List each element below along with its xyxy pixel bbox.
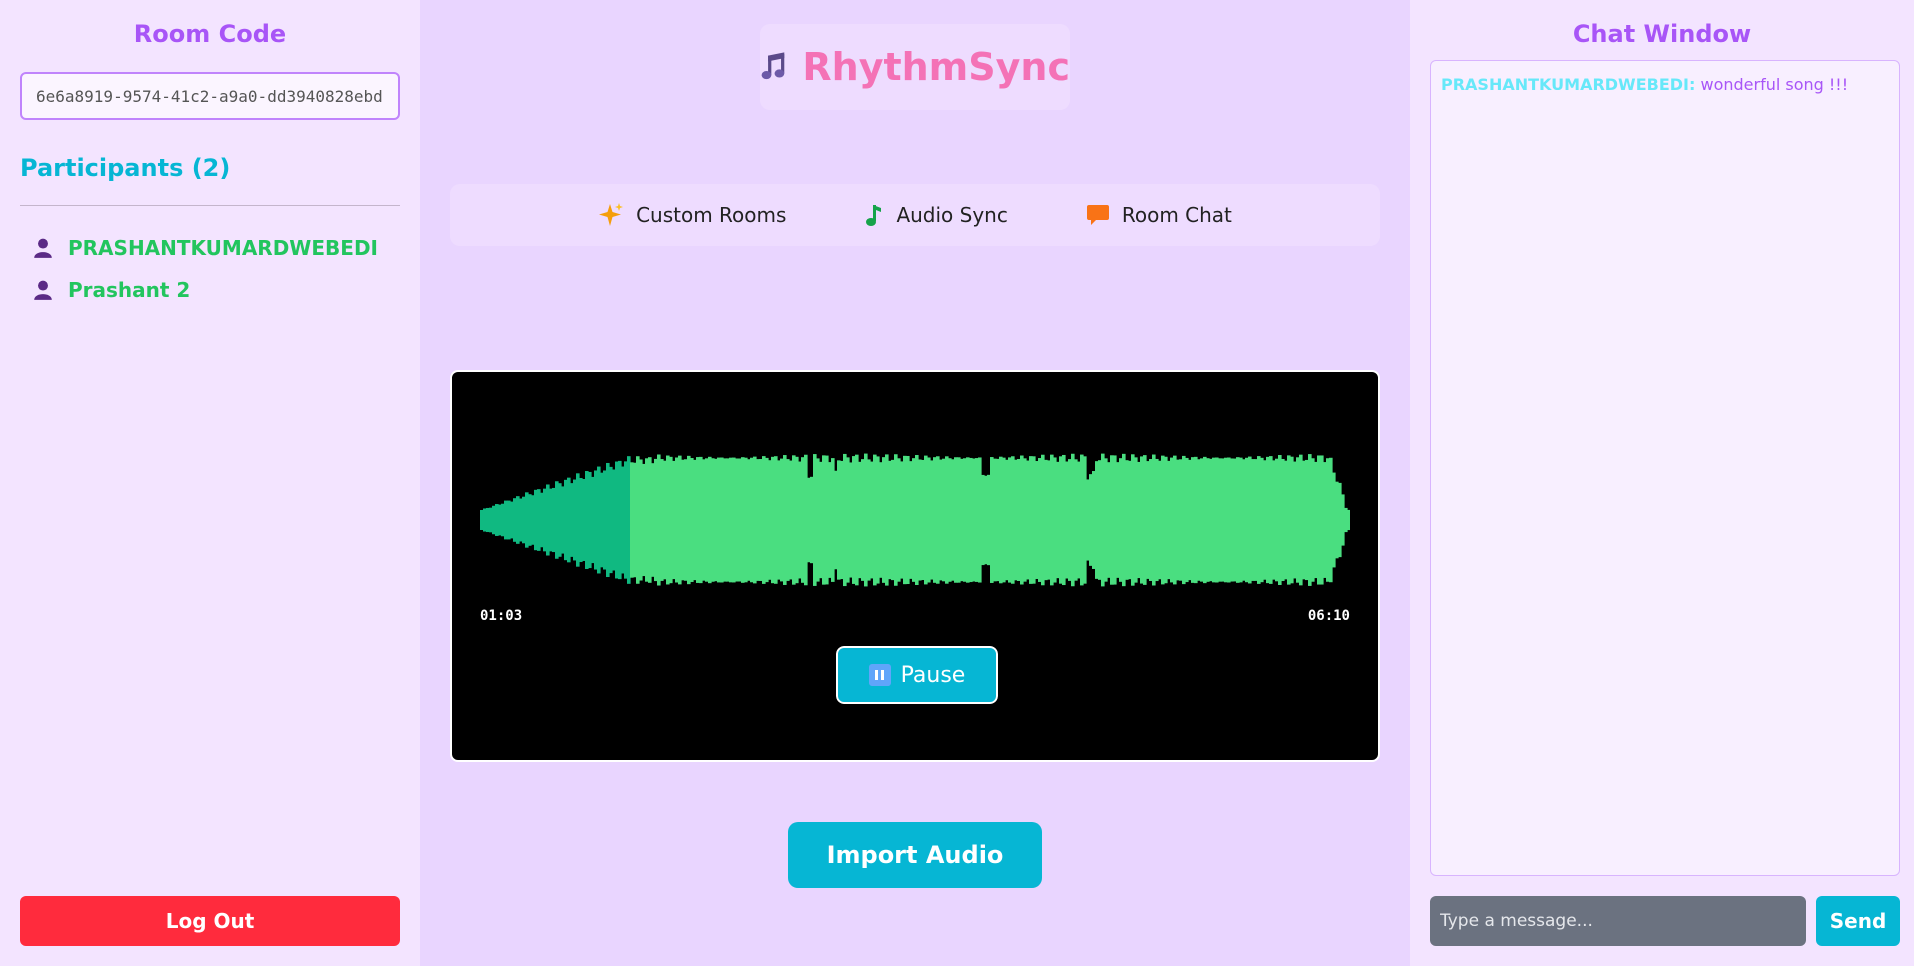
sparkles-icon <box>599 203 624 226</box>
person-icon <box>34 280 52 300</box>
duration: 06:10 <box>1307 608 1350 624</box>
participant-item: Prashant 2 <box>32 278 190 302</box>
pause-button[interactable]: Pause <box>835 645 999 705</box>
message-author: PRASHANTKUMARDWEBEDI: <box>1441 75 1696 94</box>
pause-icon <box>868 664 891 686</box>
feature-bar: Custom Rooms Audio Sync Room Chat <box>450 184 1380 246</box>
brand-title: RhythmSync <box>802 45 1070 89</box>
feature-room-chat: Room Chat <box>1086 203 1232 227</box>
logout-button[interactable]: Log Out <box>20 896 400 946</box>
waveform-bar <box>1347 509 1350 531</box>
send-button[interactable]: Send <box>1816 896 1900 946</box>
message-text: wonderful song !!! <box>1700 75 1849 94</box>
feature-label: Audio Sync <box>896 203 1008 227</box>
divider <box>20 205 400 206</box>
left-sidebar: Room Code Participants (2) PRASHANTKUMAR… <box>0 0 420 966</box>
chat-bubble-icon <box>1086 205 1109 225</box>
participant-name: PRASHANTKUMARDWEBEDI <box>68 236 378 260</box>
feature-label: Room Chat <box>1121 203 1232 227</box>
participants-title: Participants (2) <box>20 154 231 182</box>
audio-player: 01:03 06:10 Pause <box>450 370 1380 762</box>
participant-name: Prashant 2 <box>68 278 191 302</box>
chat-messages: PRASHANTKUMARDWEBEDI: wonderful song !!! <box>1430 60 1900 876</box>
participant-item: PRASHANTKUMARDWEBEDI <box>32 236 378 260</box>
import-audio-button[interactable]: Import Audio <box>788 822 1042 888</box>
chat-title: Chat Window <box>1572 20 1752 48</box>
brand-header: RhythmSync <box>760 24 1070 110</box>
message-input[interactable] <box>1430 896 1806 946</box>
feature-audio-sync: Audio Sync <box>864 203 1008 227</box>
feature-custom-rooms: Custom Rooms <box>598 202 786 228</box>
main-panel: RhythmSync Custom Rooms Audio Sync Room … <box>420 0 1410 966</box>
pause-label: Pause <box>900 662 966 688</box>
chat-panel: Chat Window PRASHANTKUMARDWEBEDI: wonder… <box>1410 0 1914 966</box>
current-time: 01:03 <box>480 608 523 624</box>
chat-message: PRASHANTKUMARDWEBEDI: wonderful song !!! <box>1441 75 1889 94</box>
room-code-field[interactable] <box>20 72 400 120</box>
feature-label: Custom Rooms <box>636 203 787 227</box>
person-icon <box>34 238 52 258</box>
room-code-title: Room Code <box>133 20 287 48</box>
music-notes-icon <box>761 52 785 80</box>
music-note-icon <box>866 205 882 226</box>
waveform[interactable] <box>480 450 1350 590</box>
